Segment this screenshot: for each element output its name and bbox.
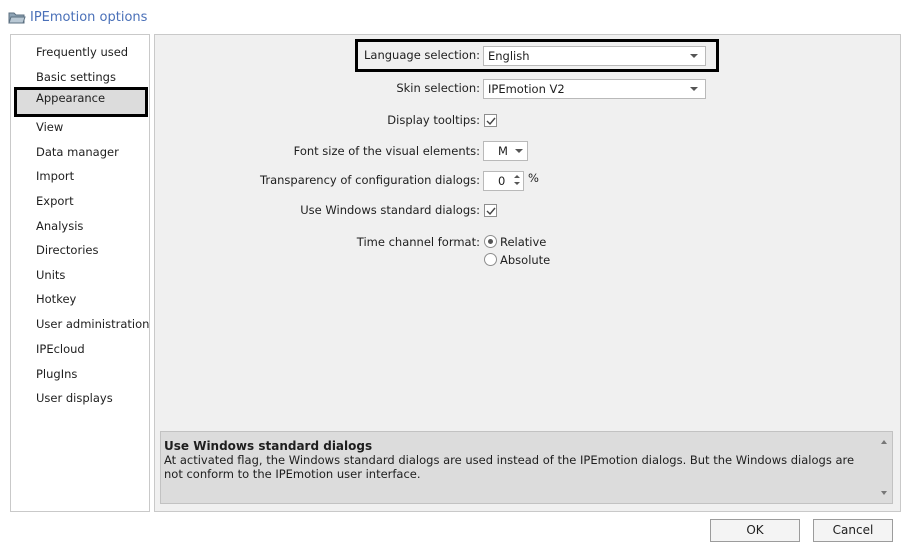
sidebar-item-appearance[interactable]: Appearance [14,87,148,117]
help-title: Use Windows standard dialogs [164,439,373,453]
sidebar-item-basic-settings[interactable]: Basic settings [11,66,151,88]
scroll-up-icon[interactable] [881,440,887,444]
sidebar-item-frequently-used[interactable]: Frequently used [11,41,151,63]
skin-select[interactable]: IPEmotion V2 [483,79,706,99]
language-select[interactable]: English [483,46,706,66]
radio-selected-dot [488,239,493,244]
checkmark-icon [486,207,496,216]
transparency-value: 0 [498,174,506,188]
time-channel-format-label: Time channel format: [356,235,480,249]
sidebar-item-view[interactable]: View [11,116,151,138]
transparency-spinner[interactable]: 0 [483,171,524,191]
window-title: IPEmotion options [30,10,148,25]
language-selection-label: Language selection: [364,48,480,62]
skin-selection-label: Skin selection: [396,81,480,95]
title-bar: IPEmotion options [0,0,901,34]
sidebar-item-hotkey[interactable]: Hotkey [11,288,151,310]
radio-relative[interactable] [484,235,497,248]
chevron-down-icon [690,87,698,91]
sidebar-item-units[interactable]: Units [11,264,151,286]
language-select-value: English [488,49,530,63]
sidebar-item-directories[interactable]: Directories [11,239,151,261]
spin-down-icon[interactable] [514,182,520,185]
transparency-label: Transparency of configuration dialogs: [260,173,480,187]
windows-dialogs-label: Use Windows standard dialogs: [300,203,480,217]
sidebar-item-ipecloud[interactable]: IPEcloud [11,338,151,360]
sidebar-item-export[interactable]: Export [11,190,151,212]
sidebar-item-import[interactable]: Import [11,165,151,187]
cancel-button[interactable]: Cancel [813,519,893,542]
display-tooltips-label: Display tooltips: [387,113,480,127]
scroll-down-icon[interactable] [881,491,887,495]
sidebar-item-data-manager[interactable]: Data manager [11,141,151,163]
windows-dialogs-checkbox[interactable] [484,204,497,217]
spin-up-icon[interactable] [514,175,520,178]
sidebar-item-plugins[interactable]: PlugIns [11,363,151,385]
font-size-label: Font size of the visual elements: [293,144,480,158]
settings-panel: Language selection: English Skin selecti… [154,34,901,512]
sidebar-item-user-administration[interactable]: User administration [11,313,151,335]
folder-open-icon [8,10,26,24]
font-size-value: M [498,144,508,158]
checkmark-icon [486,117,496,126]
radio-relative-label[interactable]: Relative [500,235,546,249]
font-size-select[interactable]: M [483,141,528,161]
help-panel: Use Windows standard dialogs At activate… [160,431,893,504]
transparency-unit: % [528,171,539,185]
display-tooltips-checkbox[interactable] [484,114,497,127]
radio-absolute-label[interactable]: Absolute [500,253,550,267]
chevron-down-icon [690,54,698,58]
sidebar-item-analysis[interactable]: Analysis [11,215,151,237]
sidebar-item-user-displays[interactable]: User displays [11,387,151,409]
chevron-down-icon [515,149,523,153]
skin-select-value: IPEmotion V2 [488,82,565,96]
help-body: At activated flag, the Windows standard … [164,453,855,481]
radio-absolute[interactable] [484,253,497,266]
options-sidebar: Frequently used Basic settings Appearanc… [10,34,150,512]
ok-button[interactable]: OK [710,519,800,542]
